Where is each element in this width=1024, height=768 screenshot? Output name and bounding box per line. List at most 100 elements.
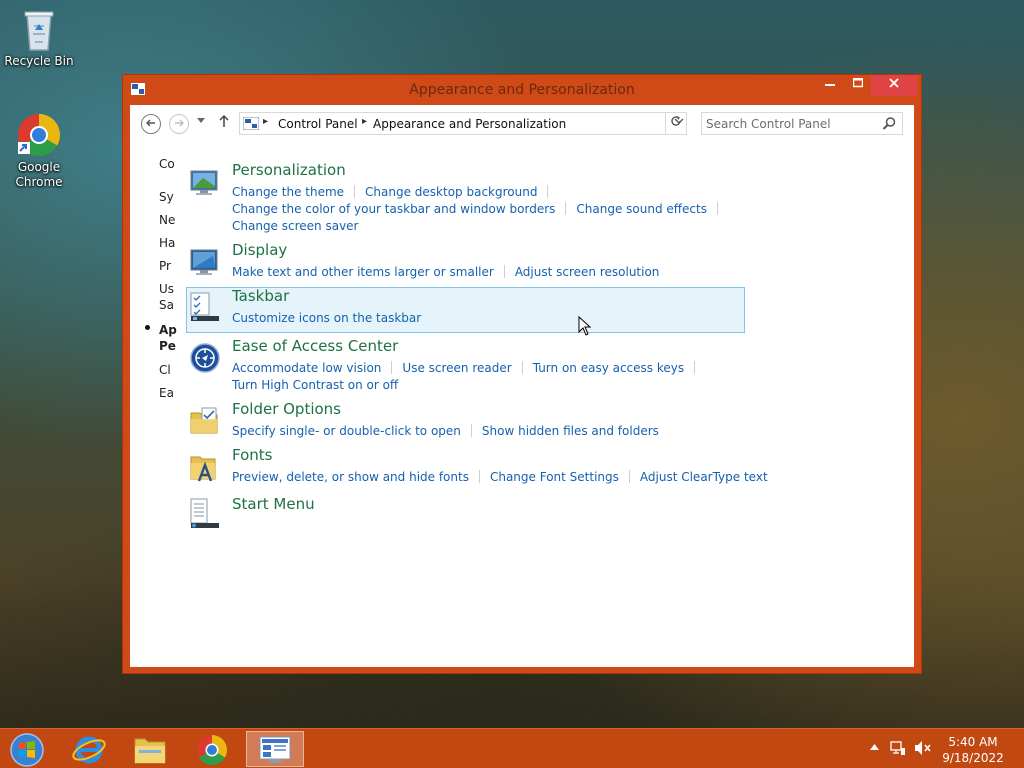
sidebar-item-hardware-and-sound[interactable]: Ha [159, 236, 175, 250]
taskbar-internet-explorer[interactable] [60, 731, 118, 767]
link-separator [694, 361, 696, 374]
personalization-icon[interactable] [189, 166, 221, 198]
back-button[interactable] [141, 114, 161, 134]
ease-of-access-icon[interactable] [189, 342, 221, 374]
taskbar-icon[interactable] [189, 291, 221, 323]
sidebar-item-control-panel-home[interactable]: Co [159, 157, 175, 171]
clock-date: 9/18/2022 [942, 751, 1004, 765]
maximize-icon [852, 77, 864, 88]
control-panel-icon [259, 736, 291, 763]
folder-options-icon[interactable] [189, 405, 221, 437]
address-bar[interactable]: ▸ Control Panel ▸ Appearance and Persona… [239, 112, 687, 135]
breadcrumb-separator-icon[interactable]: ▸ [263, 116, 268, 127]
volume-tray-button[interactable] [914, 740, 932, 759]
sidebar-item-user-accounts-line2[interactable]: Sa [159, 298, 174, 312]
network-icon [890, 741, 905, 755]
breadcrumb-separator-icon[interactable]: ▸ [362, 116, 367, 127]
category-title[interactable]: Ease of Access Center [232, 337, 398, 355]
search-icon[interactable] [882, 116, 897, 131]
link-change-font-settings[interactable]: Change Font Settings [490, 470, 619, 484]
up-button[interactable] [218, 114, 230, 132]
category-title[interactable]: Folder Options [232, 400, 341, 418]
fonts-icon[interactable] [189, 451, 221, 483]
link-customize-taskbar-icons[interactable]: Customize icons on the taskbar [232, 311, 421, 325]
link-row: Change screen saver [232, 219, 359, 233]
network-tray-button[interactable] [890, 740, 906, 759]
link-row: Specify single- or double-click to open S… [232, 424, 659, 438]
link-make-text-larger[interactable]: Make text and other items larger or smal… [232, 265, 494, 279]
category-title[interactable]: Start Menu [232, 495, 315, 513]
category-folder-options: Folder Options Specify single- or double… [186, 400, 745, 444]
category-title[interactable]: Personalization [232, 161, 346, 179]
link-separator [547, 185, 549, 198]
sidebar: Co Sy Ne Ha Pr Us Sa Ap Pe Cl Ea [159, 157, 187, 407]
link-accommodate-low-vision[interactable]: Accommodate low vision [232, 361, 381, 375]
chrome-icon [18, 113, 61, 157]
taskbar-control-panel[interactable] [246, 731, 304, 767]
recent-locations-button[interactable] [197, 117, 205, 127]
sidebar-item-appearance-current-line2: Pe [159, 339, 176, 353]
category-fonts: Fonts Preview, delete, or show and hide … [186, 446, 768, 490]
windows-start-icon [10, 733, 44, 767]
search-box[interactable] [701, 112, 903, 135]
arrow-left-icon [146, 119, 155, 127]
search-input[interactable] [706, 115, 876, 132]
title-bar[interactable]: Appearance and Personalization [123, 75, 921, 105]
link-separator [354, 185, 356, 198]
refresh-button[interactable] [665, 112, 687, 135]
link-change-sound-effects[interactable]: Change sound effects [576, 202, 707, 216]
link-separator [391, 361, 393, 374]
breadcrumb-appearance-and-personalization[interactable]: Appearance and Personalization [373, 117, 566, 131]
link-separator [478, 470, 480, 483]
desktop-icon-google-chrome[interactable]: Google Chrome [1, 112, 77, 190]
sidebar-item-network-and-internet[interactable]: Ne [159, 213, 175, 227]
display-icon[interactable] [189, 246, 221, 278]
recycle-bin-icon [24, 11, 54, 51]
link-separator [521, 361, 523, 374]
taskbar-google-chrome[interactable] [183, 731, 241, 767]
category-taskbar[interactable]: Taskbar Customize icons on the taskbar [186, 287, 745, 333]
breadcrumb-control-panel[interactable]: Control Panel [278, 117, 358, 131]
taskbar-file-explorer[interactable] [121, 731, 179, 767]
link-separator [565, 202, 567, 215]
sidebar-item-programs[interactable]: Pr [159, 259, 171, 273]
link-single-double-click[interactable]: Specify single- or double-click to open [232, 424, 461, 438]
start-button[interactable] [0, 731, 54, 767]
link-change-the-theme[interactable]: Change the theme [232, 185, 344, 199]
link-separator [503, 265, 505, 278]
link-change-desktop-background[interactable]: Change desktop background [365, 185, 537, 199]
sidebar-item-user-accounts[interactable]: Us [159, 282, 174, 296]
refresh-icon [671, 116, 681, 126]
control-panel-icon [243, 117, 259, 130]
category-title[interactable]: Taskbar [232, 287, 289, 305]
start-menu-icon[interactable] [189, 497, 221, 529]
desktop-icon-recycle-bin[interactable]: Recycle Bin [1, 6, 77, 69]
sidebar-item-system-and-security[interactable]: Sy [159, 190, 174, 204]
minimize-button[interactable] [819, 75, 841, 96]
desktop-icon-label: Google Chrome [15, 160, 63, 189]
taskbar: 5:40 AM 9/18/2022 [0, 728, 1024, 768]
category-title[interactable]: Display [232, 241, 287, 259]
link-adjust-cleartype-text[interactable]: Adjust ClearType text [640, 470, 768, 484]
link-use-screen-reader[interactable]: Use screen reader [402, 361, 511, 375]
taskbar-clock[interactable]: 5:40 AM 9/18/2022 [940, 734, 1006, 766]
forward-button[interactable] [169, 114, 189, 134]
window-content: ▸ Control Panel ▸ Appearance and Persona… [130, 105, 914, 667]
link-turn-high-contrast[interactable]: Turn High Contrast on or off [232, 378, 398, 392]
link-row: Change the color of your taskbar and win… [232, 202, 728, 216]
link-row: Accommodate low vision Use screen reader T… [232, 361, 705, 375]
link-change-taskbar-window-color[interactable]: Change the color of your taskbar and win… [232, 202, 555, 216]
category-start-menu: Start Menu [186, 495, 745, 531]
sidebar-item-ease-of-access[interactable]: Ea [159, 386, 174, 400]
close-button[interactable] [871, 75, 917, 96]
sidebar-item-clock-language-region[interactable]: Cl [159, 363, 171, 377]
category-title[interactable]: Fonts [232, 446, 272, 464]
link-adjust-screen-resolution[interactable]: Adjust screen resolution [515, 265, 660, 279]
link-preview-delete-fonts[interactable]: Preview, delete, or show and hide fonts [232, 470, 469, 484]
link-show-hidden-files[interactable]: Show hidden files and folders [482, 424, 659, 438]
desktop-icon-label: Recycle Bin [4, 54, 74, 68]
link-turn-on-easy-access-keys[interactable]: Turn on easy access keys [533, 361, 684, 375]
maximize-button[interactable] [845, 75, 871, 96]
link-change-screen-saver[interactable]: Change screen saver [232, 219, 359, 233]
show-hidden-icons-button[interactable] [870, 741, 879, 754]
